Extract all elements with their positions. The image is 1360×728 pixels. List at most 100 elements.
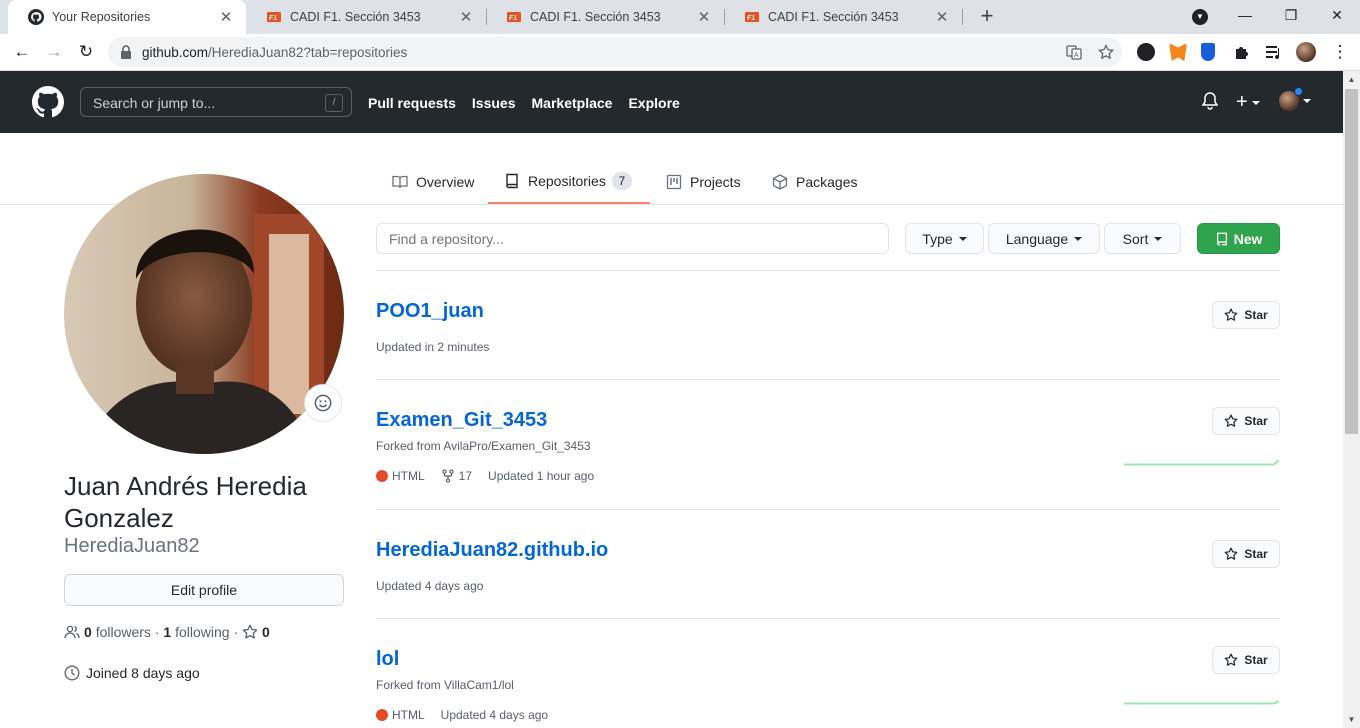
star-button[interactable]: Star	[1212, 407, 1280, 435]
tab-label: Repositories	[528, 173, 606, 189]
extensions-puzzle-icon[interactable]	[1233, 43, 1251, 61]
scrollbar-thumb[interactable]	[1345, 89, 1358, 434]
repo-divider	[376, 509, 1280, 510]
language-filter-dropdown[interactable]: Language	[988, 223, 1100, 254]
repo-divider	[376, 270, 1280, 271]
browser-tab-your-repositories[interactable]: Your Repositories ✕	[8, 0, 246, 34]
scroll-up-arrow-icon[interactable]: ▲	[1343, 71, 1360, 88]
new-tab-button[interactable]: +	[975, 5, 999, 28]
profile-username: HerediaJuan82	[64, 535, 200, 557]
metamask-fox-icon[interactable]	[1169, 43, 1187, 61]
page-scrollbar[interactable]: ▲ ▼	[1343, 71, 1360, 728]
url-text: github.com/HerediaJuan82?tab=repositorie…	[142, 45, 407, 60]
repo-name-link[interactable]: HerediaJuan82.github.io	[376, 539, 608, 562]
status-dot	[1294, 87, 1303, 96]
maximize-window-button[interactable]: ❐	[1279, 4, 1303, 28]
browser-tab-cadi-3[interactable]: F1 CADI F1. Sección 3453 ✕	[724, 0, 962, 34]
repo-name-link[interactable]: POO1_juan	[376, 300, 484, 323]
separator-dot: ·	[233, 624, 239, 640]
back-arrow-icon[interactable]: ←	[10, 40, 34, 64]
repo-icon	[506, 173, 518, 189]
language-color-dot	[376, 470, 388, 482]
extension-w-icon[interactable]	[1137, 43, 1155, 61]
tab-repositories[interactable]: Repositories 7	[488, 160, 650, 204]
set-status-button[interactable]	[304, 384, 342, 422]
book-icon	[392, 175, 408, 189]
smiley-icon	[314, 394, 332, 412]
close-tab-icon[interactable]: ✕	[934, 8, 950, 26]
translate-icon[interactable]: A	[1066, 44, 1082, 60]
star-icon	[1224, 308, 1238, 321]
followers-count[interactable]: 0	[84, 624, 92, 640]
tab-overview[interactable]: Overview	[376, 160, 490, 204]
nav-explore[interactable]: Explore	[628, 95, 679, 111]
close-tab-icon[interactable]: ✕	[458, 8, 474, 26]
cadi-favicon-icon: F1	[745, 12, 759, 22]
star-button[interactable]: Star	[1212, 301, 1280, 329]
repo-meta: Updated in 2 minutes	[376, 340, 489, 354]
joined-text: Joined 8 days ago	[86, 665, 200, 681]
repo-updated: Updated 4 days ago	[440, 708, 549, 722]
new-repository-button[interactable]: New	[1197, 223, 1280, 254]
github-logo-icon[interactable]	[32, 86, 64, 118]
repo-forked-from[interactable]: Forked from AvilaPro/Examen_Git_3453	[376, 439, 591, 453]
notifications-bell-icon[interactable]	[1202, 92, 1218, 110]
star-button[interactable]: Star	[1212, 540, 1280, 568]
edit-profile-button[interactable]: Edit profile	[64, 574, 344, 606]
address-bar[interactable]: github.com/HerediaJuan82?tab=repositorie…	[108, 37, 1122, 67]
repo-icon	[1216, 232, 1227, 245]
activity-sparkline	[1124, 700, 1280, 705]
repo-language: HTML	[392, 708, 425, 722]
forward-arrow-icon[interactable]: →	[42, 40, 66, 64]
star-icon	[1224, 547, 1238, 560]
reload-icon[interactable]: ↻	[74, 40, 98, 64]
browser-toolbar: ← → ↻ github.com/HerediaJuan82?tab=repos…	[0, 34, 1360, 71]
repo-forked-from[interactable]: Forked from VillaCam1/lol	[376, 678, 514, 692]
repo-forks-count[interactable]: 17	[459, 469, 472, 483]
chevron-down-icon	[1074, 236, 1083, 241]
nav-issues[interactable]: Issues	[472, 95, 516, 111]
tab-projects[interactable]: Projects	[650, 160, 757, 204]
bitwarden-shield-icon[interactable]	[1201, 43, 1215, 61]
profile-avatar[interactable]	[64, 174, 344, 454]
repo-name-link[interactable]: Examen_Git_3453	[376, 409, 547, 432]
type-filter-dropdown[interactable]: Type	[905, 223, 984, 254]
follow-stats: 0 followers · 1 following · 0	[64, 624, 270, 640]
browser-tab-cadi-1[interactable]: F1 CADI F1. Sección 3453 ✕	[246, 0, 486, 34]
chevron-down-icon	[958, 236, 967, 241]
language-color-dot	[376, 709, 388, 721]
lock-icon	[121, 45, 131, 59]
repo-meta: HTML 17 Updated 1 hour ago	[376, 469, 594, 483]
create-new-dropdown[interactable]: +	[1236, 91, 1260, 114]
github-search-input[interactable]: Search or jump to... /	[80, 87, 352, 117]
followers-link[interactable]: followers	[96, 624, 151, 640]
user-menu-dropdown[interactable]	[1279, 87, 1311, 111]
following-link[interactable]: following	[175, 624, 229, 640]
cadi-favicon-icon: F1	[267, 12, 281, 22]
close-tab-icon[interactable]: ✕	[218, 8, 234, 26]
browser-tab-cadi-2[interactable]: F1 CADI F1. Sección 3453 ✕	[486, 0, 724, 34]
bookmark-star-icon[interactable]	[1098, 44, 1114, 60]
repo-updated: Updated 4 days ago	[376, 579, 484, 593]
svg-text:F1: F1	[509, 15, 517, 22]
stars-count[interactable]: 0	[262, 624, 270, 640]
find-repository-input[interactable]	[376, 223, 889, 254]
sort-dropdown[interactable]: Sort	[1104, 223, 1181, 254]
scroll-down-arrow-icon[interactable]: ▼	[1343, 711, 1360, 728]
minimize-window-button[interactable]: —	[1233, 4, 1257, 28]
browser-menu-icon[interactable]: ⋮	[1328, 40, 1352, 64]
following-count[interactable]: 1	[163, 624, 171, 640]
new-button-label: New	[1233, 230, 1263, 247]
tab-search-icon[interactable]: ▼	[1192, 9, 1208, 25]
close-window-button[interactable]: ✕	[1325, 4, 1349, 28]
tab-packages[interactable]: Packages	[756, 160, 873, 204]
nav-marketplace[interactable]: Marketplace	[532, 95, 613, 111]
repo-name-link[interactable]: lol	[376, 648, 399, 671]
nav-pull-requests[interactable]: Pull requests	[368, 95, 456, 111]
close-tab-icon[interactable]: ✕	[696, 8, 712, 26]
media-queue-icon[interactable]	[1265, 43, 1283, 61]
search-placeholder: Search or jump to...	[93, 95, 216, 111]
star-button[interactable]: Star	[1212, 646, 1280, 674]
browser-profile-avatar[interactable]	[1296, 42, 1316, 62]
plus-icon: +	[1236, 91, 1248, 113]
